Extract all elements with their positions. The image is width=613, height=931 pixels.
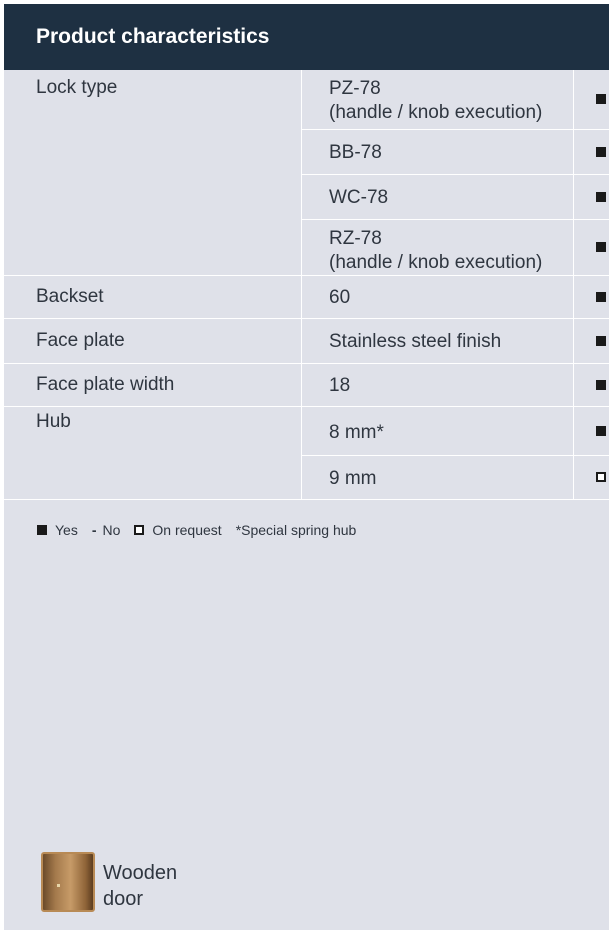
yes-mark-icon	[37, 525, 47, 535]
panel-title: Product characteristics	[36, 25, 270, 48]
table-row: Backset 60	[4, 275, 613, 319]
property-face-plate-width: Face plate width	[4, 363, 302, 407]
legend-on-request-label: On request	[152, 522, 222, 538]
table-row: Lock type PZ-78 (handle / knob execution…	[4, 70, 613, 276]
door-type: Wooden door	[41, 852, 177, 912]
value-cell: WC-78	[301, 174, 574, 220]
property-lock-type: Lock type	[4, 70, 302, 276]
mark-cell	[573, 70, 613, 130]
table-row: Hub 8 mm*	[4, 406, 613, 500]
value-line: (handle / knob execution)	[329, 102, 543, 123]
door-label-line: Wooden	[103, 862, 178, 884]
value-cell: 18	[301, 363, 574, 407]
value-cell: 60	[301, 275, 574, 319]
legend-special: *Special spring hub	[236, 522, 357, 538]
value-line: RZ-78	[329, 227, 382, 249]
legend-no: - No	[92, 522, 121, 538]
mark-cell	[573, 174, 613, 220]
on-request-mark-icon	[595, 472, 606, 482]
yes-mark-icon	[595, 191, 606, 202]
mark-cell	[573, 275, 613, 319]
legend-no-label: No	[102, 522, 121, 538]
value-cell: 8 mm*	[301, 406, 574, 456]
no-mark-icon: -	[91, 522, 97, 538]
mark-cell	[573, 363, 613, 407]
mark-cell	[573, 406, 613, 456]
value-cell: 9 mm	[301, 455, 574, 500]
property-hub: Hub	[4, 406, 302, 500]
property-face-plate: Face plate	[4, 318, 302, 364]
legend-on-request: On request	[134, 522, 222, 538]
value-cell: Stainless steel finish	[301, 318, 574, 364]
yes-mark-icon	[595, 146, 606, 157]
product-characteristics-panel: Product characteristics Lock type PZ-78 …	[4, 4, 613, 930]
value-line: (handle / knob execution)	[329, 251, 543, 273]
mark-cell	[573, 219, 613, 276]
door-label-line: door	[103, 888, 144, 910]
mark-cell	[573, 129, 613, 175]
wooden-door-icon	[41, 852, 95, 912]
yes-mark-icon	[595, 379, 606, 390]
legend-yes-label: Yes	[55, 522, 78, 538]
yes-mark-icon	[595, 291, 606, 302]
value-cell: PZ-78 (handle / knob execution)	[301, 70, 574, 130]
mark-cell	[573, 455, 613, 500]
panel-header: Product characteristics	[4, 4, 609, 70]
value-line: PZ-78	[329, 78, 381, 99]
yes-mark-icon	[595, 242, 606, 252]
legend-special-label: *Special spring hub	[235, 522, 357, 538]
on-request-mark-icon	[134, 525, 145, 535]
door-label: Wooden door	[103, 860, 177, 912]
table-row: Face plate Stainless steel finish	[4, 318, 613, 364]
yes-mark-icon	[595, 335, 606, 346]
yes-mark-icon	[595, 94, 606, 105]
value-cell: RZ-78 (handle / knob execution)	[301, 219, 574, 276]
table-row: Face plate width 18	[4, 363, 613, 407]
property-backset: Backset	[4, 275, 302, 319]
mark-cell	[573, 318, 613, 364]
value-cell: BB-78	[301, 129, 574, 175]
characteristics-table: Lock type PZ-78 (handle / knob execution…	[4, 70, 613, 500]
yes-mark-icon	[595, 425, 606, 436]
legend-yes: Yes	[37, 522, 78, 538]
legend: Yes - No On request *Special spring hub	[37, 522, 370, 538]
